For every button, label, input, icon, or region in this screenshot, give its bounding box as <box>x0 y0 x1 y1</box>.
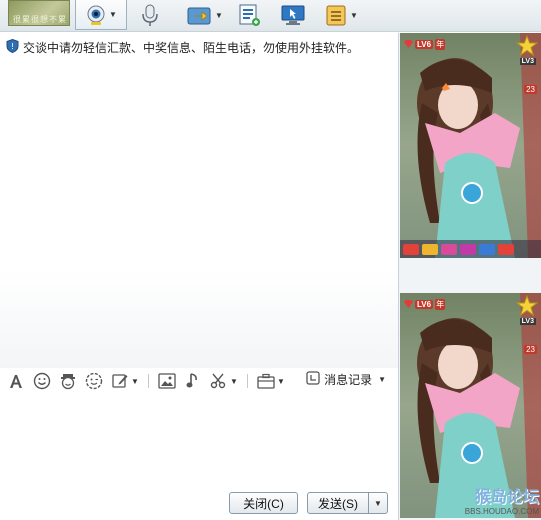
image-icon[interactable] <box>157 371 177 391</box>
show-panel: LV6 年 LV3 23 LV6 年 LV3 23 猴岛论坛 BBS.HOUDA… <box>398 33 541 520</box>
watermark-url: BBS.HOUDAO.COM <box>464 507 539 516</box>
flag-icon[interactable] <box>479 243 495 255</box>
divider <box>148 374 149 388</box>
scissors-icon <box>210 373 226 389</box>
star-icon <box>515 294 539 320</box>
badge-row: LV6 年 <box>404 297 446 311</box>
avatar-caption: 很累很想不累 <box>13 15 67 24</box>
show-photo-self[interactable]: LV6 年 LV3 23 <box>400 33 541 258</box>
chevron-down-icon: ▼ <box>378 375 386 384</box>
emoji-icon[interactable] <box>32 371 52 391</box>
magic-face-icon[interactable] <box>58 371 78 391</box>
vip-count-badge: 23 <box>524 345 537 354</box>
remote-assist-icon <box>280 4 306 26</box>
contact-card-button[interactable] <box>236 0 264 30</box>
diamond-icon <box>404 37 413 51</box>
safety-notice-text: 交谈中请勿轻信汇款、中奖信息、陌生电话，勿使用外挂软件。 <box>23 41 360 55</box>
show-photo-friend[interactable]: LV6 年 LV3 23 猴岛论坛 BBS.HOUDAO.COM <box>400 293 541 518</box>
format-toolbar: ▼ ▼ ▼ 消息记录 ▼ <box>0 368 398 394</box>
microphone-button[interactable] <box>137 0 163 30</box>
font-icon[interactable] <box>6 371 26 391</box>
wink-emoji-icon[interactable] <box>84 371 104 391</box>
message-area[interactable]: ! 交谈中请勿轻信汇款、中奖信息、陌生电话，勿使用外挂软件。 <box>0 33 398 368</box>
flag-icon[interactable] <box>441 243 457 255</box>
safety-notice: ! 交谈中请勿轻信汇款、中奖信息、陌生电话，勿使用外挂软件。 <box>6 38 360 56</box>
chevron-down-icon[interactable]: ▼ <box>230 377 238 386</box>
send-button[interactable]: 发送(S) <box>307 492 369 514</box>
diamond-icon <box>404 297 413 311</box>
star-level-label: LV3 <box>519 58 536 65</box>
year-badge: 年 <box>435 298 446 310</box>
flag-icon[interactable] <box>498 243 514 255</box>
year-badge: 年 <box>435 38 446 50</box>
chevron-down-icon[interactable]: ▼ <box>215 11 223 20</box>
level-badge: LV6 <box>415 299 434 309</box>
chevron-down-icon[interactable]: ▼ <box>109 10 117 19</box>
close-button[interactable]: 关闭(C) <box>229 492 298 514</box>
watermark: 猴岛论坛 BBS.HOUDAO.COM <box>465 483 539 516</box>
vip-count-badge: 23 <box>524 85 537 94</box>
top-toolbar: 很累很想不累 ▼ ▼ ▼ <box>0 0 541 32</box>
avatar[interactable]: 很累很想不累 <box>8 0 70 26</box>
screenshot-button[interactable]: ▼ <box>209 371 239 391</box>
chevron-down-icon[interactable]: ▼ <box>350 11 358 20</box>
microphone-icon <box>140 3 160 27</box>
webcam-button[interactable]: ▼ <box>75 0 127 30</box>
message-input[interactable] <box>0 394 398 486</box>
history-label: 消息记录 <box>324 373 373 387</box>
remote-assist-button[interactable] <box>278 0 308 30</box>
watermark-title: 猴岛论坛 <box>474 489 539 506</box>
message-history-button[interactable]: 消息记录 ▼ <box>306 371 386 388</box>
doodle-button[interactable]: ▼ <box>110 371 140 391</box>
flag-icon[interactable] <box>422 243 438 255</box>
flag-icon[interactable] <box>460 243 476 255</box>
svg-text:!: ! <box>11 42 14 51</box>
star-icon <box>515 34 539 60</box>
file-transfer-button[interactable]: ▼ <box>186 0 224 30</box>
send-options-button[interactable]: ▼ <box>368 492 388 514</box>
chevron-down-icon: ▼ <box>374 498 382 508</box>
shield-icon: ! <box>6 38 19 56</box>
briefcase-icon <box>257 373 275 389</box>
file-transfer-icon <box>187 4 213 26</box>
app-menu-icon <box>324 3 348 27</box>
history-icon <box>306 371 320 388</box>
chevron-down-icon[interactable]: ▼ <box>131 377 139 386</box>
webcam-icon <box>85 4 107 26</box>
contact-card-icon <box>238 3 262 27</box>
divider <box>247 374 248 388</box>
badge-row: LV6 年 <box>404 37 446 51</box>
chevron-down-icon[interactable]: ▼ <box>277 377 285 386</box>
app-menu-button[interactable]: ▼ <box>320 0 362 30</box>
flag-icon[interactable] <box>403 243 419 255</box>
toolbox-button[interactable]: ▼ <box>256 371 286 391</box>
edit-icon <box>112 374 128 388</box>
flag-row <box>400 240 541 258</box>
music-note-icon[interactable] <box>183 371 203 391</box>
star-level-label: LV3 <box>519 318 536 325</box>
action-bar: 关闭(C) 发送(S) ▼ <box>0 486 398 520</box>
girl-photo-image <box>400 33 541 258</box>
level-badge: LV6 <box>415 39 434 49</box>
